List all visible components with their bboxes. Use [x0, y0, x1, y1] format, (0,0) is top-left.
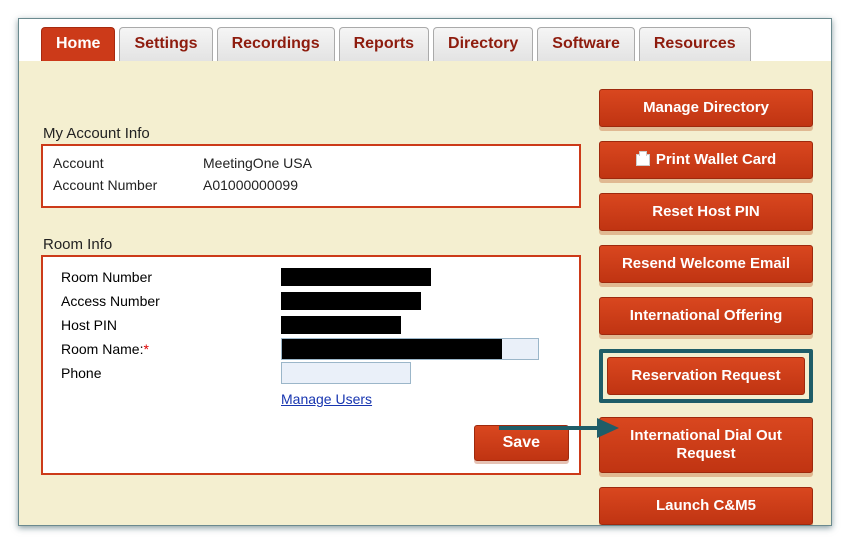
- host-pin-label: Host PIN: [61, 317, 281, 333]
- content: My Account Info Account MeetingOne USA A…: [19, 65, 831, 525]
- access-number-label: Access Number: [61, 293, 281, 309]
- room-name-input[interactable]: [281, 338, 539, 360]
- manage-directory-button[interactable]: Manage Directory: [599, 89, 813, 127]
- print-wallet-button[interactable]: Print Wallet Card: [599, 141, 813, 179]
- tab-settings[interactable]: Settings: [119, 27, 212, 61]
- print-wallet-label: Print Wallet Card: [656, 151, 776, 168]
- resend-welcome-button[interactable]: Resend Welcome Email: [599, 245, 813, 283]
- reset-host-pin-button[interactable]: Reset Host PIN: [599, 193, 813, 231]
- right-column: Manage Directory Print Wallet Card Reset…: [599, 85, 813, 525]
- international-offering-button[interactable]: International Offering: [599, 297, 813, 335]
- account-number-value: A01000000099: [203, 177, 569, 193]
- account-section-title: My Account Info: [43, 125, 581, 142]
- room-panel: Room Number Access Number Host PIN Room …: [41, 255, 581, 475]
- room-number-label: Room Number: [61, 269, 281, 285]
- tab-software[interactable]: Software: [537, 27, 635, 61]
- manage-users-link[interactable]: Manage Users: [281, 391, 372, 407]
- app-frame: Home Settings Recordings Reports Directo…: [18, 18, 832, 526]
- tab-resources[interactable]: Resources: [639, 27, 751, 61]
- access-number-value-redacted: [281, 292, 421, 310]
- tab-recordings[interactable]: Recordings: [217, 27, 335, 61]
- room-section-title: Room Info: [43, 236, 581, 253]
- tab-bar: Home Settings Recordings Reports Directo…: [19, 19, 831, 62]
- launch-cm5-button[interactable]: Launch C&M5: [599, 487, 813, 525]
- host-pin-value-redacted: [281, 316, 401, 334]
- save-button[interactable]: Save: [474, 425, 569, 461]
- tab-directory[interactable]: Directory: [433, 27, 533, 61]
- tab-home[interactable]: Home: [41, 27, 115, 61]
- account-value: MeetingOne USA: [203, 155, 569, 171]
- room-number-value-redacted: [281, 268, 431, 286]
- reservation-request-button[interactable]: Reservation Request: [607, 357, 805, 395]
- account-panel: Account MeetingOne USA Account Number A0…: [41, 144, 581, 208]
- international-dial-out-button[interactable]: International Dial Out Request: [599, 417, 813, 473]
- tab-reports[interactable]: Reports: [339, 27, 429, 61]
- left-column: My Account Info Account MeetingOne USA A…: [41, 85, 581, 475]
- account-label: Account: [53, 155, 203, 171]
- phone-label: Phone: [61, 365, 281, 381]
- printer-icon: [636, 154, 650, 166]
- reservation-highlight: Reservation Request: [599, 349, 813, 403]
- phone-input[interactable]: [281, 362, 411, 384]
- account-number-label: Account Number: [53, 177, 203, 193]
- room-name-label: Room Name:*: [61, 341, 281, 357]
- required-asterisk: *: [143, 341, 148, 357]
